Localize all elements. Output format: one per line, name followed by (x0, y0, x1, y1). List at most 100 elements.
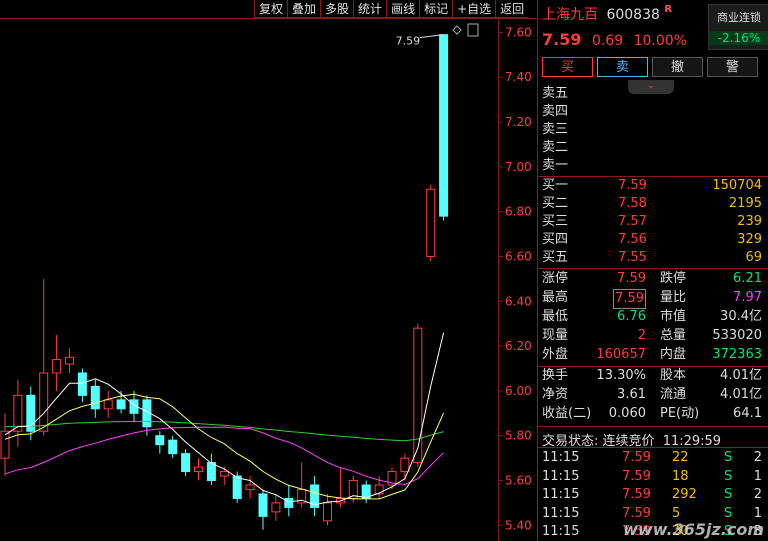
tick-count: 1 (753, 468, 762, 484)
bid-price: 7.57 (618, 214, 647, 229)
stat-row: 现量 2 总量 533020 (542, 327, 764, 345)
stat-label: 量比 (660, 290, 687, 305)
bid-price: 7.58 (618, 196, 647, 211)
bid-price: 7.55 (618, 250, 647, 265)
price-axis-label: 6.00 (505, 384, 532, 398)
stat-row: 最高 7.59 量比 7.97 (542, 289, 764, 309)
kline-chart[interactable]: 7.60 7.40 7.20 7.00 6.80 6.60 6.40 6.20 6.00 5.80… (0, 0, 536, 541)
bid-volume: 69 (745, 250, 762, 265)
candle-body (258, 493, 268, 517)
buy-button[interactable]: 买 (542, 57, 593, 77)
stat-row: 收益(二) 0.060 PE(动) 64.1 (542, 405, 764, 423)
stat-label: 股本 (660, 368, 687, 383)
price-axis-label: 6.20 (505, 339, 532, 353)
candle-body (323, 502, 332, 522)
ask-row: 卖三 (542, 121, 764, 139)
toolbar-button[interactable]: 叠加 (287, 0, 321, 18)
toolbar-button[interactable]: 多股 (320, 0, 354, 18)
bid-price: 7.56 (618, 232, 647, 247)
chart-toolbar: 复权 叠加 多股 统计 画线 标记 +自选 返回 (254, 0, 529, 18)
tick-row: 11:15 7.59 292 S 2 (542, 486, 764, 504)
bid-label: 买四 (542, 232, 569, 247)
sector-change: -2.16% (709, 31, 768, 45)
stat-value: 2 (637, 328, 646, 343)
ma60-line (4, 420, 444, 442)
stat-row: 净资 3.61 流通 4.01亿 (542, 386, 764, 404)
candle-body (155, 435, 165, 446)
alert-button[interactable]: 警 (707, 57, 758, 77)
sell-button[interactable]: 卖 (597, 57, 648, 77)
ask-label: 卖三 (542, 122, 569, 137)
sector-box[interactable]: 商业连锁 -2.16% (708, 4, 768, 50)
candle-body (439, 34, 449, 217)
stat-label: 换手 (542, 368, 569, 383)
stat-label: 净资 (542, 387, 569, 402)
ask-label: 卖二 (542, 140, 569, 155)
price-axis-label: 7.40 (505, 70, 532, 84)
price-axis-label: 5.80 (505, 429, 532, 443)
candle-body (245, 484, 255, 490)
ask-label: 卖五 (542, 86, 569, 101)
tick-price: 7.59 (622, 468, 651, 484)
stat-row: 最低 6.76 市值 30.4亿 (542, 308, 764, 326)
price-change: 0.69 (591, 33, 624, 49)
cancel-order-button[interactable]: 撤 (652, 57, 703, 77)
bid-row: 买一 7.59 150704 (542, 177, 764, 195)
candle-body (77, 372, 87, 396)
tick-time: 11:15 (542, 505, 580, 521)
toolbar-button[interactable]: 统计 (353, 0, 387, 18)
stat-row: 涨停 7.59 跌停 6.21 (542, 270, 764, 288)
ask-row: 卖二 (542, 139, 764, 157)
tick-time: 11:15 (542, 450, 580, 465)
bid-row: 买五 7.55 69 (542, 249, 764, 267)
stat-label: 最高 (542, 290, 569, 305)
toolbar-button[interactable]: 标记 (419, 0, 453, 18)
candle-body (0, 430, 10, 459)
candle-body (168, 439, 178, 455)
tick-volume: 18 (672, 468, 689, 484)
candle-body (116, 399, 126, 410)
toolbar-button[interactable]: 返回 (495, 0, 529, 18)
bid-row: 买三 7.57 239 (542, 213, 764, 231)
stat-value: 7.97 (733, 290, 762, 305)
kline-chart-area[interactable]: 7.60 7.40 7.20 7.00 6.80 6.60 6.40 6.20 6.00 5.80… (0, 0, 536, 541)
stat-label: 涨停 (542, 271, 569, 286)
stat-value: 13.30% (596, 368, 646, 383)
price-line: 7.59 0.69 10.00% (542, 30, 687, 49)
candle-body (413, 327, 423, 464)
ask-row: 卖四 (542, 103, 764, 121)
high-marker-label: 7.59 (396, 35, 421, 48)
price-axis-label: 5.40 (505, 518, 532, 532)
stat-value: 64.1 (733, 406, 762, 421)
candle-body (284, 497, 294, 508)
stat-value: 6.21 (733, 271, 762, 286)
price-axis-label: 5.60 (505, 474, 532, 488)
divider (538, 426, 768, 427)
stat-value: 4.01亿 (720, 368, 762, 383)
toolbar-button[interactable]: +自选 (452, 0, 496, 18)
stat-label: 总量 (660, 328, 687, 343)
bid-volume: 239 (737, 214, 762, 229)
candle-body (52, 359, 62, 374)
stat-value: 0.060 (608, 406, 646, 421)
stock-name: 上海九百 (542, 7, 598, 23)
tick-side: S (724, 450, 733, 465)
tick-side: S (724, 487, 733, 502)
price-axis-label: 7.60 (505, 25, 532, 39)
toolbar-button[interactable]: 画线 (386, 0, 420, 18)
ask-row: 卖一 (542, 157, 764, 175)
stat-label: 收益(二) (542, 406, 592, 421)
bid-row: 买二 7.58 2195 (542, 195, 764, 213)
toolbar-button[interactable]: 复权 (254, 0, 288, 18)
tick-price: 7.59 (622, 487, 651, 502)
candle-body (181, 453, 191, 473)
watermark: www.365jz.com (623, 520, 764, 539)
candle-body (39, 372, 49, 432)
tick-time: 11:15 (542, 524, 580, 539)
stat-value: 7.59 (617, 271, 646, 286)
stat-label: 跌停 (660, 271, 687, 286)
diamond-icon (452, 25, 462, 35)
ask-label: 卖一 (542, 158, 569, 173)
stat-label: 外盘 (542, 347, 569, 362)
price-axis-label: 7.20 (505, 115, 532, 129)
